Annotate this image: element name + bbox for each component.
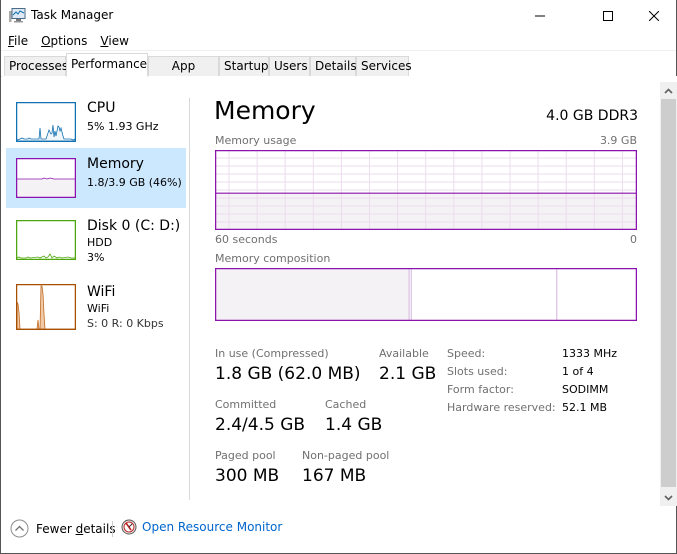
- menu-bar: File Options View: [1, 31, 676, 50]
- sidebar-item-wifi[interactable]: WiFi WiFi S: 0 R: 0 Kbps: [6, 280, 186, 340]
- sidebar-item-memory[interactable]: Memory 1.8/3.9 GB (46%): [6, 148, 186, 208]
- fewer-details-label: Fewer details: [36, 521, 116, 536]
- committed-label: Committed: [215, 398, 277, 411]
- memory-composition-label: Memory composition: [215, 252, 331, 265]
- tab-processes[interactable]: Processes: [4, 56, 68, 76]
- graph-time-left: 60 seconds: [215, 233, 278, 246]
- sidebar-item-disk[interactable]: Disk 0 (C: D:) HDD 3%: [6, 214, 186, 274]
- cached-label: Cached: [325, 398, 367, 411]
- memory-capacity-type: 4.0 GB DDR3: [546, 108, 638, 124]
- disk-thumbnail-graph: [16, 220, 76, 260]
- cached-value: 1.4 GB: [325, 415, 383, 435]
- minimize-button[interactable]: [517, 0, 563, 31]
- minimize-icon: [535, 15, 545, 16]
- memory-usage-max: 3.9 GB: [599, 134, 637, 147]
- vertical-scrollbar[interactable]: [660, 82, 677, 506]
- window-title: Task Manager: [31, 8, 114, 22]
- graph-time-right: 0: [630, 233, 637, 246]
- scroll-down-button[interactable]: [660, 489, 677, 506]
- non-paged-pool-label: Non-paged pool: [302, 449, 390, 462]
- non-paged-pool-value: 167 MB: [302, 466, 367, 486]
- menu-view[interactable]: View: [100, 34, 128, 48]
- menu-options-label: ptions: [50, 33, 88, 48]
- menu-file-label: ile: [14, 33, 29, 48]
- committed-value: 2.4/4.5 GB: [215, 415, 306, 435]
- menu-view-label: iew: [108, 33, 129, 48]
- memory-name: Memory: [87, 156, 144, 172]
- open-resource-monitor-link[interactable]: Open Resource Monitor: [121, 519, 282, 535]
- wifi-thumbnail-graph: [16, 284, 76, 330]
- memory-usage-graph: [215, 150, 637, 230]
- spec-form-factor-value: SODIMM: [562, 383, 609, 396]
- close-icon: [649, 10, 659, 21]
- spec-speed-label: Speed:: [447, 347, 486, 360]
- in-use-value: 1.8 GB (62.0 MB): [215, 364, 361, 384]
- spec-form-factor-label: Form factor:: [447, 383, 514, 396]
- spec-hw-reserved-value: 52.1 MB: [562, 401, 608, 414]
- sidebar-divider: [189, 98, 190, 500]
- paged-pool-value: 300 MB: [215, 466, 280, 486]
- tab-users[interactable]: Users: [269, 56, 310, 76]
- task-manager-app-icon: [9, 8, 26, 23]
- sidebar-item-cpu[interactable]: CPU 5% 1.93 GHz: [6, 96, 186, 156]
- task-manager-window: Task Manager File Options View Processes…: [0, 0, 677, 554]
- tab-app-history[interactable]: App history: [148, 56, 219, 91]
- tab-startup[interactable]: Startup: [219, 56, 269, 76]
- spec-slots-label: Slots used:: [447, 365, 508, 378]
- chevron-down-icon: [664, 494, 673, 501]
- wifi-name: WiFi: [87, 284, 116, 300]
- in-use-label: In use (Compressed): [215, 347, 329, 360]
- available-value: 2.1 GB: [379, 364, 437, 384]
- tab-performance[interactable]: Performance: [66, 53, 148, 77]
- available-label: Available: [379, 347, 429, 360]
- chevron-up-icon: [664, 87, 673, 94]
- spec-hw-reserved-label: Hardware reserved:: [447, 401, 556, 414]
- cpu-usage: 5% 1.93 GHz: [87, 120, 159, 133]
- menu-options-accel: O: [41, 33, 51, 48]
- disk-type: HDD: [87, 236, 113, 249]
- spec-speed-value: 1333 MHz: [562, 347, 618, 360]
- wifi-adapter: WiFi: [87, 302, 110, 315]
- cpu-thumbnail-graph: [16, 102, 76, 142]
- cpu-name: CPU: [87, 100, 116, 116]
- memory-usage: 1.8/3.9 GB (46%): [87, 176, 182, 189]
- close-button[interactable]: [631, 0, 677, 31]
- scroll-thumb[interactable]: [661, 99, 676, 487]
- footer-bar: Fewer details Open Resource Monitor: [1, 506, 676, 554]
- maximize-icon: [603, 10, 613, 21]
- spec-slots-value: 1 of 4: [562, 365, 594, 378]
- tab-details[interactable]: Details: [310, 56, 357, 76]
- open-resource-monitor-label: Open Resource Monitor: [142, 520, 283, 534]
- performance-panel: CPU 5% 1.93 GHz Memory 1.8/3.9 GB (46%): [2, 76, 677, 506]
- maximize-button[interactable]: [585, 0, 631, 31]
- chevron-up-circle-icon: [10, 519, 29, 538]
- menu-file[interactable]: File: [8, 34, 28, 48]
- menu-options[interactable]: Options: [41, 34, 87, 48]
- fewer-details-button[interactable]: Fewer details: [10, 519, 116, 538]
- title-bar[interactable]: Task Manager: [1, 0, 676, 31]
- fewer-details-accel: d: [75, 521, 84, 536]
- disk-usage: 3%: [87, 251, 105, 264]
- tab-services[interactable]: Services: [356, 56, 412, 76]
- wifi-throughput: S: 0 R: 0 Kbps: [87, 317, 164, 330]
- disk-name: Disk 0 (C: D:): [87, 218, 181, 234]
- composition-modified: [408, 268, 412, 321]
- paged-pool-label: Paged pool: [215, 449, 276, 462]
- footer-separator: [112, 521, 113, 537]
- memory-usage-label: Memory usage: [215, 134, 297, 147]
- tab-strip: Processes Performance App history Startu…: [1, 50, 676, 91]
- scroll-up-button[interactable]: [660, 82, 677, 99]
- memory-composition-bar: [215, 268, 637, 321]
- page-title: Memory: [214, 96, 316, 125]
- composition-in-use: [215, 268, 410, 321]
- memory-thumbnail-graph: [16, 158, 76, 198]
- resource-monitor-icon: [121, 519, 137, 535]
